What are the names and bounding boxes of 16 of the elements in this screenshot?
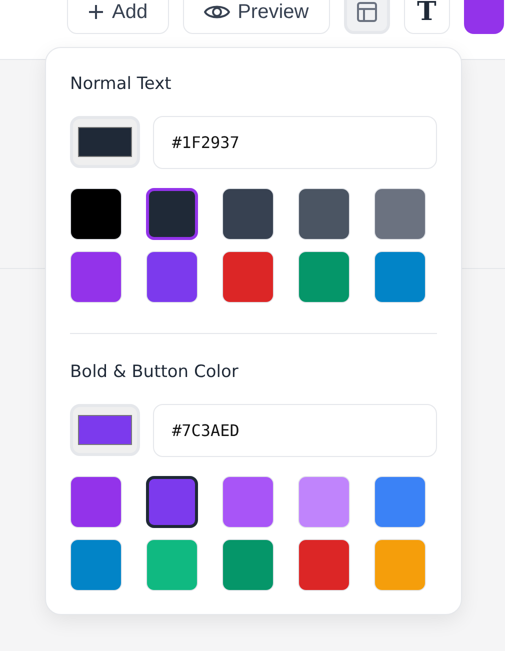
preview-button[interactable]: Preview: [182, 0, 330, 34]
color-picker[interactable]: [70, 404, 140, 456]
hex-input-field[interactable]: #1F2937: [153, 116, 437, 169]
color-swatch[interactable]: [146, 188, 198, 240]
layout-icon: [356, 2, 377, 22]
section-title: Normal Text: [70, 74, 172, 96]
eye-icon: [204, 3, 230, 21]
primary-button[interactable]: [464, 0, 504, 34]
plus-icon: [88, 4, 104, 20]
color-picker[interactable]: [70, 116, 140, 168]
section-title: Bold & Button Color: [70, 362, 240, 384]
color-swatch[interactable]: [146, 476, 198, 528]
font-button[interactable]: T: [404, 0, 450, 34]
layout-button[interactable]: [344, 0, 390, 34]
add-button[interactable]: Add: [67, 0, 169, 34]
hex-input-field[interactable]: #7C3AED: [153, 404, 437, 457]
